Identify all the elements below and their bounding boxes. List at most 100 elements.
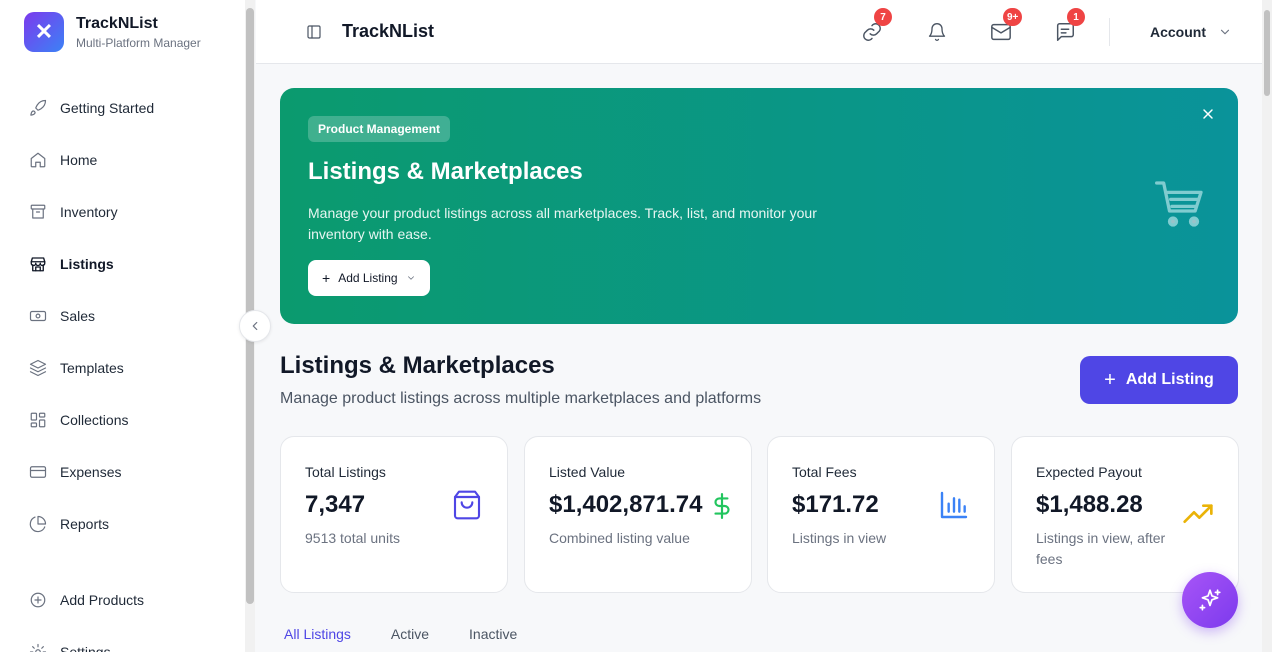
top-header: TrackNList 7 9+ 1 Account: [256, 0, 1262, 64]
listing-tabs: All Listings Active Inactive: [284, 626, 557, 642]
sidebar-item-getting-started[interactable]: Getting Started: [0, 82, 244, 134]
collapse-sidebar-button[interactable]: [239, 310, 271, 342]
messages-badge: 9+: [1003, 8, 1023, 26]
main-scrollbar-thumb[interactable]: [1264, 10, 1270, 96]
section-subtitle: Manage product listings across multiple …: [280, 390, 762, 407]
stat-subtext: Listings in view: [792, 530, 887, 546]
stat-value: $171.72: [792, 491, 879, 518]
stat-subtext: Combined listing value: [549, 530, 690, 546]
sidebar-item-label: Getting Started: [60, 100, 155, 116]
tab-active[interactable]: Active: [391, 626, 429, 642]
sidebar-item-expenses[interactable]: Expenses: [0, 446, 244, 498]
archive-icon: [28, 202, 48, 222]
banknote-icon: [28, 306, 48, 326]
sidebar: ✕ TrackNList Multi-Platform Manager Gett…: [0, 0, 255, 652]
stat-card-listed-value: Listed Value $1,402,871.74 Combined list…: [524, 436, 752, 593]
stat-label: Total Listings: [305, 464, 386, 480]
gear-icon: [28, 642, 48, 652]
notifications-button[interactable]: [925, 20, 949, 44]
stat-label: Expected Payout: [1036, 464, 1142, 480]
header-divider: [1109, 18, 1110, 46]
tab-inactive[interactable]: Inactive: [469, 626, 517, 642]
stat-value: $1,488.28: [1036, 491, 1143, 518]
account-label: Account: [1150, 24, 1206, 40]
dollar-icon: [709, 489, 735, 528]
links-button[interactable]: 7: [860, 8, 892, 44]
chevron-left-icon: [252, 321, 258, 331]
sidebar-item-sales[interactable]: Sales: [0, 290, 244, 342]
sidebar-item-label: Collections: [60, 412, 129, 428]
sidebar-item-reports[interactable]: Reports: [0, 498, 244, 550]
sidebar-item-collections[interactable]: Collections: [0, 394, 244, 446]
trending-up-icon: [1182, 499, 1214, 536]
sidebar-bottom-nav: Add Products Settings: [0, 574, 244, 652]
brand-subtitle: Multi-Platform Manager: [76, 36, 201, 50]
sidebar-item-home[interactable]: Home: [0, 134, 244, 186]
hero-banner: Product Management Listings & Marketplac…: [280, 88, 1238, 324]
sidebar-toggle-icon[interactable]: [306, 24, 322, 45]
close-icon[interactable]: [1200, 106, 1216, 127]
sidebar-item-inventory[interactable]: Inventory: [0, 186, 244, 238]
sidebar-nav: Getting Started Home Inventory Listings …: [0, 82, 244, 550]
stat-label: Total Fees: [792, 464, 857, 480]
hero-tag: Product Management: [308, 116, 451, 142]
account-menu[interactable]: Account: [1150, 24, 1232, 40]
sidebar-item-templates[interactable]: Templates: [0, 342, 244, 394]
sidebar-item-label: Add Products: [60, 592, 145, 608]
bar-chart-icon: [938, 489, 970, 526]
messages-button[interactable]: 9+: [989, 8, 1023, 44]
sidebar-item-label: Reports: [60, 516, 110, 532]
stat-label: Listed Value: [549, 464, 626, 480]
shopping-cart-icon: [1152, 176, 1208, 237]
brand[interactable]: ✕ TrackNList Multi-Platform Manager: [24, 12, 201, 52]
sidebar-scrollbar-thumb[interactable]: [246, 8, 254, 604]
stat-card-total-fees: Total Fees $171.72 Listings in view: [767, 436, 995, 593]
add-listing-button[interactable]: + Add Listing: [1080, 356, 1238, 404]
plus-icon: +: [322, 270, 331, 286]
stat-value: $1,402,871.74: [549, 491, 703, 518]
sidebar-item-label: Listings: [60, 256, 114, 272]
tab-all-listings[interactable]: All Listings: [284, 626, 351, 642]
hero-description: Manage your product listings across all …: [308, 205, 817, 242]
chevron-down-icon: [407, 276, 414, 280]
sidebar-item-label: Home: [60, 152, 98, 168]
pie-chart-icon: [28, 514, 48, 534]
stat-subtext: Listings in view, after fees: [1036, 530, 1166, 567]
sidebar-item-label: Expenses: [60, 464, 122, 480]
sidebar-item-listings[interactable]: Listings: [0, 238, 244, 290]
header-title: TrackNList: [342, 21, 435, 41]
home-icon: [28, 150, 48, 170]
shopping-bag-icon: [451, 489, 483, 526]
main-scrollbar[interactable]: [1262, 0, 1272, 652]
stat-card-total-listings: Total Listings 7,347 9513 total units: [280, 436, 508, 593]
plus-circle-icon: [28, 590, 48, 610]
stat-subtext: 9513 total units: [305, 530, 400, 546]
sidebar-item-label: Sales: [60, 308, 96, 324]
credit-card-icon: [28, 462, 48, 482]
bell-icon: [928, 23, 946, 42]
brand-title: TrackNList: [76, 15, 158, 32]
chevron-down-icon: [1220, 29, 1230, 35]
hero-add-listing-button[interactable]: + Add Listing: [308, 260, 430, 296]
chat-badge: 1: [1067, 8, 1085, 26]
layers-icon: [28, 358, 48, 378]
grid-icon: [28, 410, 48, 430]
app-logo-icon: ✕: [24, 12, 64, 52]
sidebar-item-settings[interactable]: Settings: [0, 626, 244, 652]
hero-title: Listings & Marketplaces: [308, 158, 583, 185]
rocket-icon: [28, 98, 48, 118]
sidebar-item-label: Templates: [60, 360, 124, 376]
stat-value: 7,347: [305, 491, 366, 518]
plus-icon: +: [1104, 368, 1116, 391]
sidebar-item-add-products[interactable]: Add Products: [0, 574, 244, 626]
chat-button[interactable]: 1: [1053, 8, 1085, 44]
sidebar-item-label: Settings: [60, 644, 111, 652]
add-listing-label: Add Listing: [1125, 371, 1214, 388]
ai-assistant-button[interactable]: [1182, 572, 1238, 628]
hero-button-label: Add Listing: [338, 271, 398, 285]
stat-card-expected-payout: Expected Payout $1,488.28 Listings in vi…: [1011, 436, 1239, 593]
section-title: Listings & Marketplaces: [280, 352, 555, 379]
sidebar-item-label: Inventory: [60, 204, 118, 220]
store-icon: [28, 254, 48, 274]
sparkles-icon: [1199, 589, 1221, 611]
